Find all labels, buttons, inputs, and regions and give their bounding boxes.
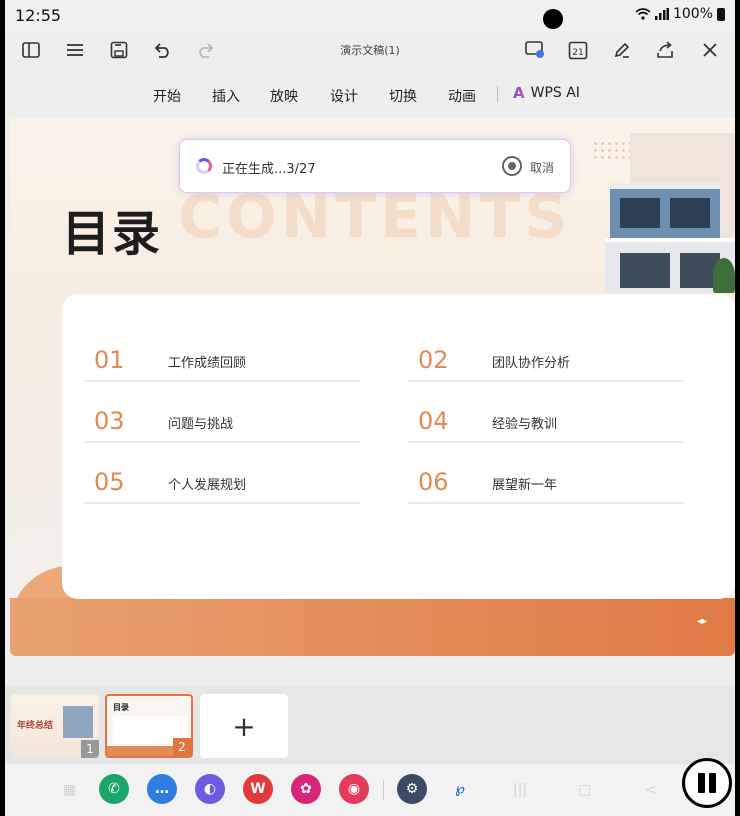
thumbnail-number: 1: [81, 740, 99, 758]
taskbar-divider: [383, 780, 384, 800]
ribbon-menu: 开始 插入 放映 设计 切换 动画 A WPS AI: [5, 72, 735, 116]
cancel-generation-button[interactable]: 取消: [530, 159, 554, 176]
toc-label: 工作成绩回顾: [168, 356, 247, 371]
slide-nav-arrows-icon: ◂▸: [696, 616, 707, 627]
menu-icon[interactable]: [61, 36, 89, 64]
slide-thumbnail-strip: 年终总结 1 目录 2 +: [5, 686, 735, 764]
messages-app-icon[interactable]: …: [147, 774, 177, 804]
building-window: [620, 198, 660, 228]
toc-label: 团队协作分析: [492, 356, 571, 371]
building-image[interactable]: [585, 128, 735, 293]
loading-spinner-icon: [196, 158, 212, 174]
tab-start[interactable]: 开始: [153, 86, 181, 106]
camera-cutout: [543, 9, 563, 29]
thumbnail-title: 年终总结: [17, 721, 54, 731]
recent-apps-icon[interactable]: |||: [513, 782, 527, 798]
sidebar-panel-icon[interactable]: [17, 36, 45, 64]
toc-item[interactable]: 06 展望新一年: [408, 456, 684, 504]
signal-icon: [654, 8, 669, 20]
tab-insert[interactable]: 插入: [212, 86, 240, 106]
wps-ai-label: WPS AI: [530, 85, 580, 101]
add-slide-button[interactable]: +: [200, 694, 288, 758]
stop-icon[interactable]: [502, 156, 522, 176]
pause-icon: [709, 773, 716, 793]
ai-generation-progress-bar: 正在生成...3/27 取消: [179, 139, 571, 193]
internet-app-icon[interactable]: ◐: [195, 774, 225, 804]
toc-item[interactable]: 05 个人发展规划: [84, 456, 360, 504]
wps-office-app-icon[interactable]: W: [243, 774, 273, 804]
battery-icon: [717, 7, 725, 21]
toc-label: 个人发展规划: [168, 478, 247, 493]
slide-title[interactable]: 目录: [62, 194, 162, 264]
wifi-icon: [635, 8, 651, 20]
slide-thumbnail-2[interactable]: 目录 2: [105, 694, 193, 758]
status-indicators: 100%: [635, 6, 725, 22]
tab-transition[interactable]: 切换: [389, 86, 417, 106]
building-window: [670, 198, 710, 228]
gallery-app-icon[interactable]: ✿: [291, 774, 321, 804]
screen-cast-icon[interactable]: [521, 36, 549, 64]
close-icon[interactable]: [696, 36, 724, 64]
toc-number: 03: [94, 407, 125, 435]
toc-number: 02: [418, 346, 449, 374]
camera-app-icon[interactable]: ◉: [339, 774, 369, 804]
screen-recording-pause-button[interactable]: [682, 758, 732, 808]
share-icon[interactable]: [652, 36, 680, 64]
status-time: 12:55: [15, 6, 62, 25]
document-title[interactable]: 演示文稿(1): [285, 42, 455, 58]
undo-icon[interactable]: [148, 36, 176, 64]
building-window: [620, 253, 670, 288]
status-bar: 12:55 100%: [5, 0, 735, 30]
save-icon[interactable]: [105, 36, 133, 64]
top-toolbar: 演示文稿(1) 21: [5, 30, 735, 70]
tab-animation[interactable]: 动画: [448, 86, 476, 106]
app-grid-icon[interactable]: ▦: [63, 782, 76, 798]
tree-icon: [713, 258, 735, 293]
settings-app-icon[interactable]: ⚙: [397, 774, 427, 804]
thumbnail-image: [63, 706, 93, 738]
telecom-app-icon[interactable]: ℘: [445, 774, 475, 804]
home-icon[interactable]: ▢: [578, 782, 591, 798]
toc-item[interactable]: 04 经验与教训: [408, 395, 684, 443]
svg-text:21: 21: [572, 48, 583, 58]
pause-icon: [698, 773, 705, 793]
phone-app-icon[interactable]: ✆: [99, 774, 129, 804]
screen: 12:55 100% 演示文稿(1) 21 开始 插入 放映 设计 切换 动画 …: [5, 0, 735, 816]
back-icon[interactable]: <: [645, 782, 657, 798]
wps-ai-logo-icon: A: [513, 84, 525, 102]
battery-text: 100%: [672, 6, 713, 22]
toc-number: 06: [418, 468, 449, 496]
thumbnail-title: 目录: [113, 703, 129, 712]
toc-label: 经验与教训: [492, 417, 558, 432]
toc-item[interactable]: 02 团队协作分析: [408, 334, 684, 382]
generation-status-text: 正在生成...3/27: [222, 162, 316, 177]
slide-thumbnail-1[interactable]: 年终总结 1: [11, 694, 99, 758]
slide-canvas[interactable]: CONTENTS 目录 正在生成...3/27 取消 ◂▸ 01 工作成绩回顾: [10, 118, 735, 656]
toc-item[interactable]: 01 工作成绩回顾: [84, 334, 360, 382]
toc-item[interactable]: 03 问题与挑战: [84, 395, 360, 443]
tab-design[interactable]: 设计: [330, 86, 358, 106]
toc-card: 01 工作成绩回顾 02 团队协作分析 03 问题与挑战 04 经验与教训 05…: [62, 294, 735, 599]
toc-number: 04: [418, 407, 449, 435]
tab-slideshow[interactable]: 放映: [270, 86, 298, 106]
orange-footer-band: [10, 598, 735, 656]
calendar-icon[interactable]: 21: [564, 36, 592, 64]
toc-number: 05: [94, 468, 125, 496]
android-taskbar: ▦ ✆ … ◐ W ✿ ◉ ⚙ ℘ ||| ▢ <: [5, 764, 735, 816]
redo-icon[interactable]: [192, 36, 220, 64]
toc-number: 01: [94, 346, 125, 374]
thumbnail-number: 2: [173, 738, 191, 756]
pen-annotate-icon[interactable]: [608, 36, 636, 64]
wps-ai-button[interactable]: A WPS AI: [513, 84, 580, 102]
toc-label: 问题与挑战: [168, 417, 234, 432]
menu-divider: [497, 86, 498, 102]
toc-label: 展望新一年: [492, 478, 558, 493]
